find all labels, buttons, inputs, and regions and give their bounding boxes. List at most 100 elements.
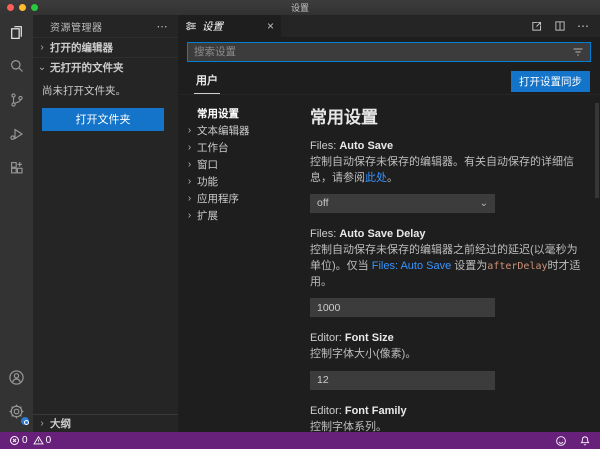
setting-category: Files: <box>310 228 339 240</box>
sidebar-title: 资源管理器 <box>50 19 103 34</box>
minimize-window-button[interactable] <box>19 4 26 11</box>
close-icon[interactable]: × <box>267 20 274 32</box>
setting-name: Font Size <box>345 332 394 344</box>
more-actions-icon[interactable]: ⋯ <box>577 19 590 33</box>
settings-sync-badge <box>20 416 30 426</box>
setting-control <box>310 370 584 390</box>
settings-scope-row: 用户 打开设置同步 <box>187 70 591 94</box>
setting-title: Files: Auto Save Delay <box>310 228 584 240</box>
tab-label: 设置 <box>202 19 223 34</box>
settings-search-input[interactable] <box>194 46 572 58</box>
vertical-scrollbar[interactable] <box>595 103 599 198</box>
more-actions-icon[interactable]: ⋯ <box>157 20 169 33</box>
toc-item[interactable]: › 文本编辑器 <box>184 122 300 139</box>
setting-name: Auto Save <box>339 140 393 152</box>
search-icon[interactable] <box>0 49 33 83</box>
editor-area: 设置 × ⋯ <box>178 15 600 432</box>
setting-input[interactable] <box>310 371 495 390</box>
setting-link[interactable]: Files: Auto Save <box>372 260 452 272</box>
select-value: off <box>317 197 328 209</box>
description-text: 控制自动保存未保存的编辑器。有关自动保存的详细信息，请参阅 <box>310 156 574 184</box>
setting-select[interactable]: off ⌄ <box>310 194 495 213</box>
setting-description: 控制字体系列。 <box>310 420 584 432</box>
editor-actions: ⋯ <box>530 19 600 33</box>
tab-user-settings[interactable]: 用户 <box>194 72 220 94</box>
settings-search-box[interactable] <box>187 42 591 62</box>
zoom-window-button[interactable] <box>31 4 38 11</box>
setting-name: Auto Save Delay <box>339 228 425 240</box>
extensions-icon[interactable] <box>0 151 33 185</box>
setting-description: 控制字体大小(像素)。 <box>310 347 584 363</box>
turn-on-settings-sync-button[interactable]: 打开设置同步 <box>511 71 590 92</box>
error-count: 0 <box>22 435 28 446</box>
setting-category: Editor: <box>310 332 345 344</box>
setting-category: Editor: <box>310 405 345 417</box>
setting-name: Font Family <box>345 405 407 417</box>
toc-item[interactable]: › 工作台 <box>184 139 300 156</box>
window-title: 设置 <box>291 1 309 14</box>
sidebar-header: 资源管理器 ⋯ <box>33 15 178 37</box>
account-icon[interactable] <box>0 360 33 394</box>
explorer-sidebar: 资源管理器 ⋯ › 打开的编辑器 ⌄ 无打开的文件夹 尚未打开文件夹。 打开文件… <box>33 15 178 432</box>
open-settings-json-icon[interactable] <box>530 20 543 33</box>
filter-icon[interactable] <box>572 46 584 58</box>
setting-item: Files: Auto Save 控制自动保存未保存的编辑器。有关自动保存的详细… <box>310 140 584 213</box>
settings-tab[interactable]: 设置 × <box>178 15 281 37</box>
close-window-button[interactable] <box>7 4 14 11</box>
setting-category: Files: <box>310 140 339 152</box>
settings-content: 常用设置 Files: Auto Save 控制自动保存未保存的编辑器。有关自动… <box>300 95 600 432</box>
settings-gear-icon[interactable] <box>0 394 33 428</box>
status-bar: 0 0 <box>0 432 600 449</box>
chevron-right-icon: › <box>184 142 195 153</box>
chevron-down-icon: ⌄ <box>480 198 488 209</box>
source-control-icon[interactable] <box>0 83 33 117</box>
vscode-window: 设置 <box>0 0 600 449</box>
no-folder-section[interactable]: ⌄ 无打开的文件夹 <box>33 57 178 77</box>
setting-description: 控制自动保存未保存的编辑器。有关自动保存的详细信息，请参阅此处。 <box>310 155 584 187</box>
chevron-right-icon: › <box>37 42 47 53</box>
problems-indicator[interactable]: 0 0 <box>9 435 51 446</box>
toc-item[interactable]: › 功能 <box>184 173 300 190</box>
warning-icon <box>33 435 44 446</box>
settings-body: 常用设置 › 文本编辑器 › 工作台 › 窗口 › 功能 › 应用程序 › 扩展… <box>178 95 600 432</box>
open-editors-section[interactable]: › 打开的编辑器 <box>33 37 178 57</box>
settings-toc: 常用设置 › 文本编辑器 › 工作台 › 窗口 › 功能 › 应用程序 › 扩展 <box>178 95 300 432</box>
setting-link[interactable]: 此处 <box>365 172 387 184</box>
description-text: 设置为 <box>451 260 487 272</box>
setting-title: Editor: Font Size <box>310 332 584 344</box>
settings-header: 用户 打开设置同步 <box>178 37 600 95</box>
run-debug-icon[interactable] <box>0 117 33 151</box>
toc-item-label: 文本编辑器 <box>197 123 250 138</box>
setting-item: Editor: Font Family 控制字体系列。 <box>310 405 584 432</box>
code-token: afterDelay <box>487 261 547 272</box>
toc-item[interactable]: › 应用程序 <box>184 190 300 207</box>
settings-group-heading: 常用设置 <box>310 103 584 128</box>
no-folder-label: 无打开的文件夹 <box>50 60 124 75</box>
open-folder-button[interactable]: 打开文件夹 <box>42 108 164 131</box>
chevron-right-icon: › <box>184 210 195 221</box>
description-text: 控制字体大小(像素)。 <box>310 348 416 360</box>
setting-control: off ⌄ <box>310 194 584 213</box>
tab-bar: 设置 × ⋯ <box>178 15 600 37</box>
setting-title: Files: Auto Save <box>310 140 584 152</box>
toc-item-label: 窗口 <box>197 157 218 172</box>
toc-item[interactable]: › 窗口 <box>184 156 300 173</box>
feedback-icon[interactable] <box>555 435 567 447</box>
title-bar: 设置 <box>0 0 600 15</box>
explorer-icon[interactable] <box>0 15 33 49</box>
setting-input[interactable] <box>310 298 495 317</box>
chevron-right-icon: › <box>184 193 195 204</box>
traffic-lights <box>7 4 38 11</box>
chevron-right-icon: › <box>37 418 47 429</box>
setting-item: Files: Auto Save Delay 控制自动保存未保存的编辑器之前经过… <box>310 228 584 317</box>
toc-item[interactable]: › 扩展 <box>184 207 300 224</box>
chevron-right-icon: › <box>184 159 195 170</box>
split-editor-icon[interactable] <box>554 20 566 32</box>
bell-icon[interactable] <box>579 435 591 447</box>
toc-item-label: 常用设置 <box>197 106 239 121</box>
setting-title: Editor: Font Family <box>310 405 584 417</box>
toc-item-label: 工作台 <box>197 140 229 155</box>
toc-item[interactable]: 常用设置 <box>184 105 300 122</box>
activity-bar <box>0 15 33 432</box>
outline-section[interactable]: › 大纲 <box>33 414 178 432</box>
